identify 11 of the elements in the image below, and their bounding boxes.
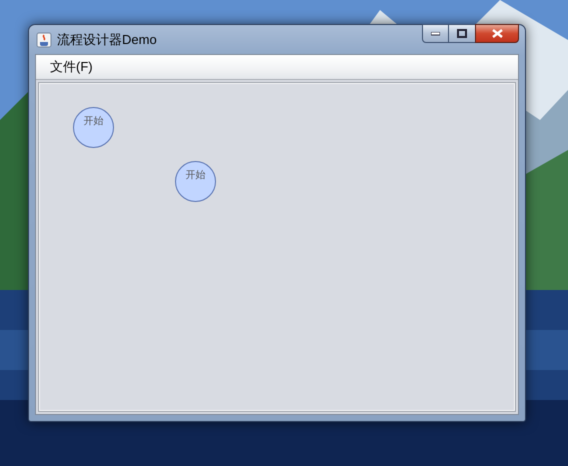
minimize-icon <box>431 32 440 36</box>
start-node[interactable]: 开始 <box>175 161 216 202</box>
menu-item[interactable]: 文件(F) <box>42 56 101 78</box>
cup-icon <box>36 32 52 48</box>
close-button[interactable] <box>475 24 519 43</box>
start-node[interactable]: 开始 <box>73 107 114 148</box>
maximize-button[interactable] <box>449 24 475 43</box>
maximize-icon <box>457 29 467 38</box>
minimize-button[interactable] <box>422 24 449 43</box>
window-title: 流程设计器Demo <box>57 30 157 49</box>
close-icon <box>492 29 502 38</box>
